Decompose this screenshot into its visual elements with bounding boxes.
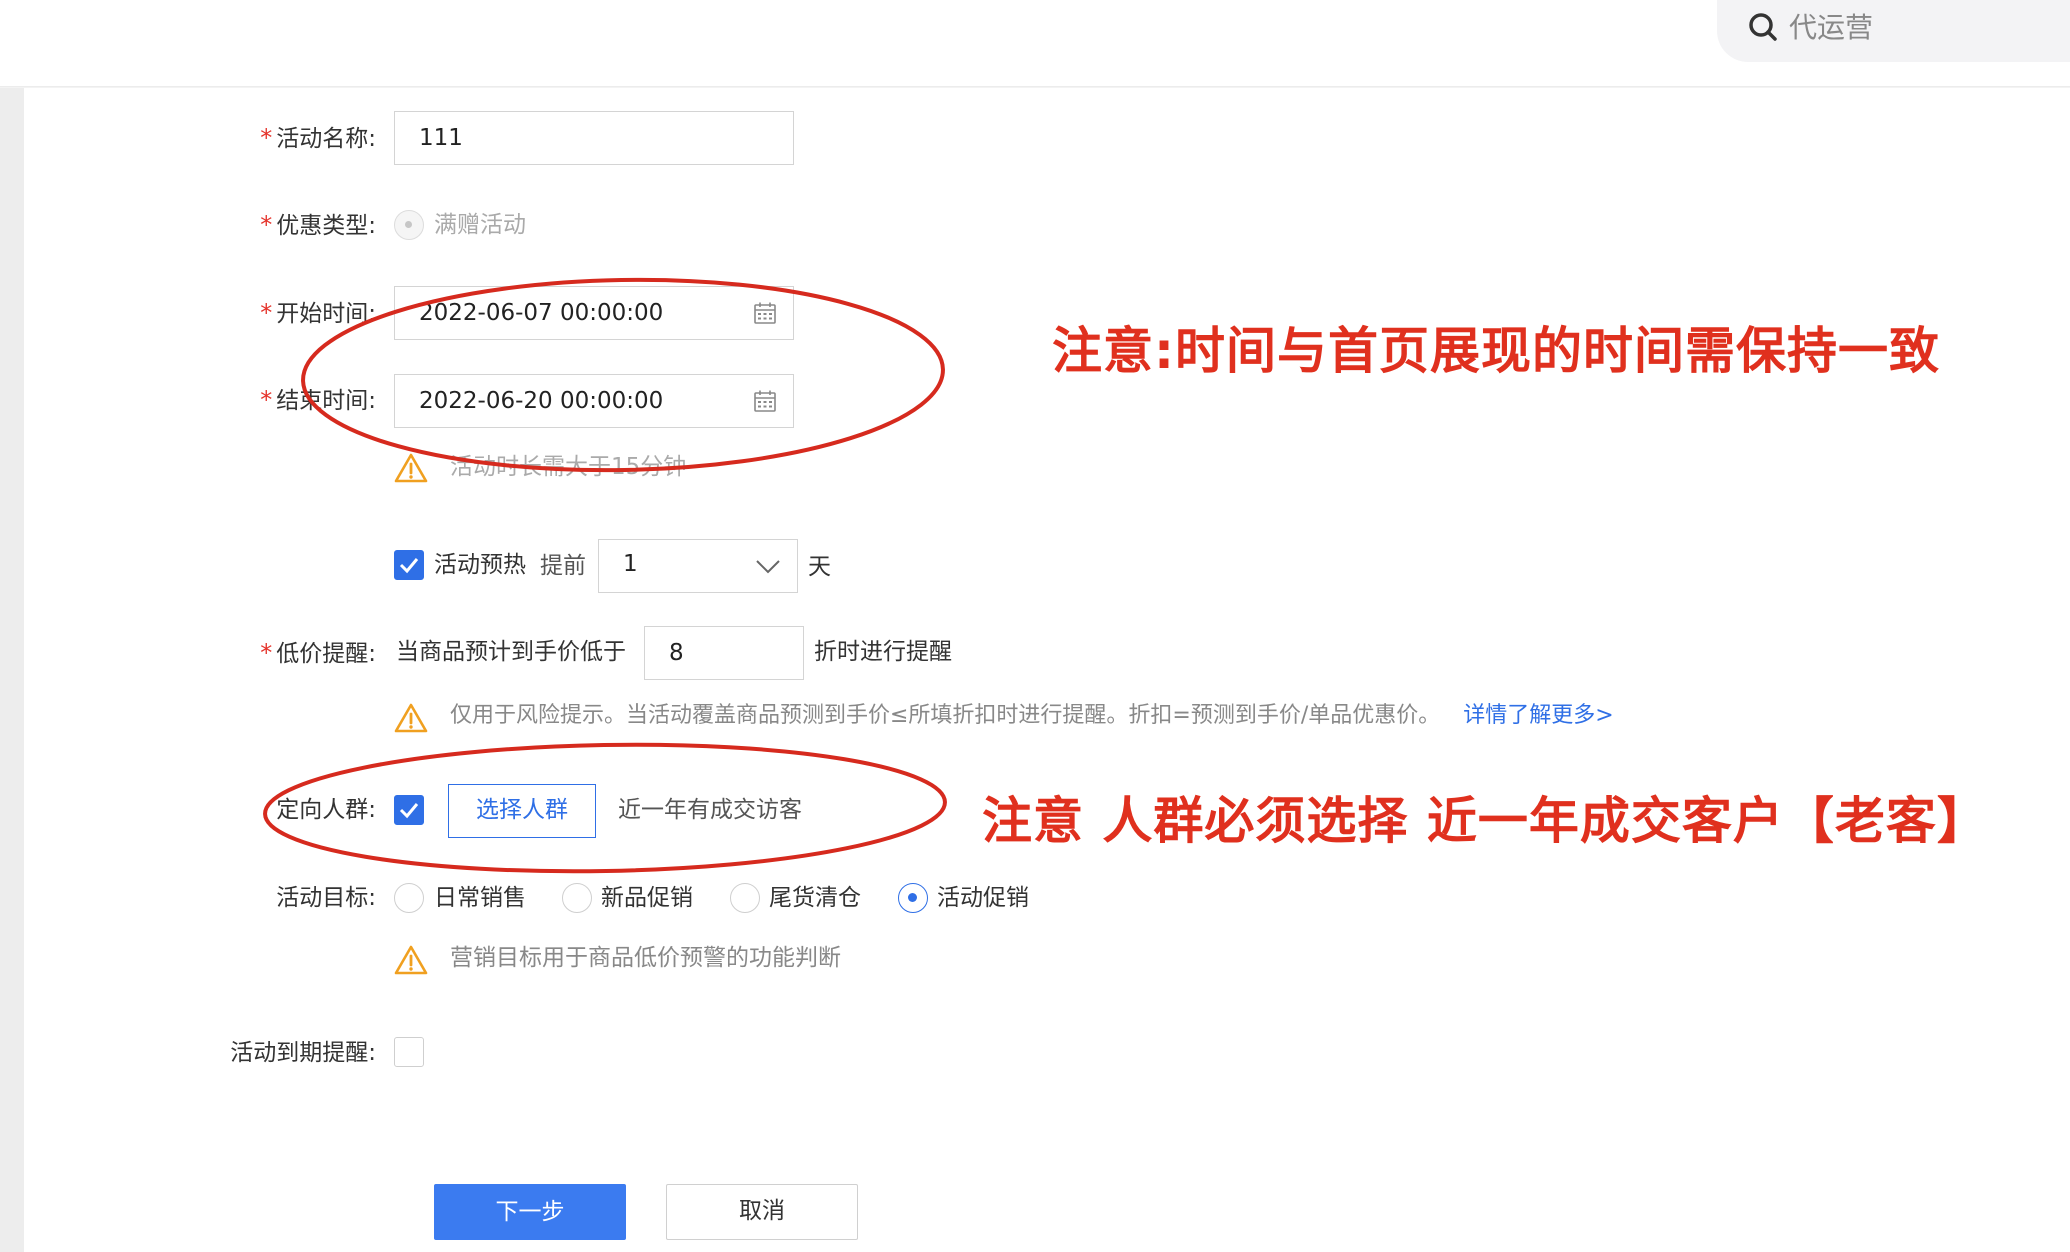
goal-radio-promotion[interactable] — [898, 883, 928, 913]
form-panel: * 活动名称: 111 * 优惠类型: 满赠活动 * 开始时间: 2022-06-07… — [24, 88, 2070, 1252]
discount-type-radio — [394, 210, 424, 240]
next-button[interactable]: 下一步 — [434, 1184, 626, 1240]
preheat-label: 活动预热 — [434, 552, 526, 578]
select-crowd-button[interactable]: 选择人群 — [448, 784, 596, 838]
sidebar — [0, 88, 24, 1252]
preheat-checkbox[interactable] — [394, 550, 424, 580]
goal-label: 活动目标: — [276, 885, 376, 911]
chevron-down-icon — [756, 560, 780, 574]
calendar-icon[interactable] — [753, 301, 777, 325]
goal-option-daily[interactable]: 日常销售 — [434, 883, 526, 913]
goal-radio-daily[interactable] — [394, 883, 424, 913]
time-annotation-note: 注意:时间与首页展现的时间需保持一致 — [1052, 322, 1940, 380]
target-crowd-checkbox[interactable] — [394, 795, 424, 825]
preheat-days-select[interactable]: 1 — [598, 539, 798, 593]
low-price-label: * 低价提醒: — [260, 639, 376, 667]
end-time-value: 2022-06-20 00:00:00 — [419, 388, 664, 414]
search-box[interactable]: 代运营 — [1717, 0, 2070, 62]
start-time-value: 2022-06-07 00:00:00 — [419, 300, 664, 326]
warning-icon — [394, 453, 428, 483]
start-time-label: * 开始时间: — [260, 299, 376, 327]
end-time-label: * 结束时间: — [260, 386, 376, 414]
discount-type-label: * 优惠类型: — [260, 211, 376, 239]
search-icon — [1749, 13, 1777, 41]
learn-more-link[interactable]: 详情了解更多> — [1463, 703, 1613, 728]
low-price-hint: 仅用于风险提示。当活动覆盖商品预测到手价≤所填折扣时进行提醒。折扣=预测到手价/… — [450, 703, 1614, 728]
goal-radio-new[interactable] — [562, 883, 592, 913]
goal-radio-clearance[interactable] — [730, 883, 760, 913]
cancel-button[interactable]: 取消 — [666, 1184, 858, 1240]
warning-icon — [394, 945, 428, 975]
calendar-icon[interactable] — [753, 389, 777, 413]
goal-option-clearance[interactable]: 尾货清仓 — [769, 883, 861, 913]
name-input[interactable]: 111 — [394, 111, 794, 165]
duration-hint: 活动时长需大于15分钟 — [450, 454, 687, 480]
crowd-annotation-note: 注意 人群必须选择 近一年成交客户【老客】 — [982, 792, 1988, 850]
warning-icon — [394, 703, 428, 733]
expiry-reminder-label: 活动到期提醒: — [230, 1040, 376, 1066]
low-price-suffix: 折时进行提醒 — [814, 639, 952, 665]
expiry-reminder-checkbox[interactable] — [394, 1037, 424, 1067]
goal-option-promotion[interactable]: 活动促销 — [937, 883, 1029, 913]
search-text: 代运营 — [1789, 11, 1874, 44]
end-time-input[interactable]: 2022-06-20 00:00:00 — [394, 374, 794, 428]
top-bar: 代运营 — [0, 0, 2070, 87]
target-crowd-label: 定向人群: — [276, 797, 376, 823]
low-price-prefix: 当商品预计到手价低于 — [396, 639, 626, 665]
start-time-input[interactable]: 2022-06-07 00:00:00 — [394, 286, 794, 340]
discount-type-option: 满赠活动 — [434, 212, 526, 238]
name-label: * 活动名称: — [260, 124, 376, 152]
preheat-prefix: 提前 — [540, 553, 586, 579]
preheat-unit: 天 — [808, 554, 831, 580]
goal-hint: 营销目标用于商品低价预警的功能判断 — [450, 945, 841, 971]
preheat-days-value: 1 — [623, 551, 638, 577]
goal-option-new[interactable]: 新品促销 — [601, 883, 693, 913]
selected-crowd: 近一年有成交访客 — [618, 797, 802, 823]
low-price-input[interactable]: 8 — [644, 626, 804, 680]
